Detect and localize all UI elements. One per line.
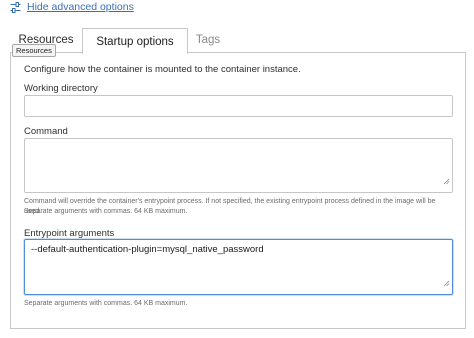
sliders-icon bbox=[10, 1, 21, 13]
startup-options-panel: Configure how the container is mounted t… bbox=[10, 52, 466, 329]
tab-tags[interactable]: Tags bbox=[186, 28, 230, 52]
entrypoint-help: Separate arguments with commas. 64 KB ma… bbox=[24, 300, 188, 307]
entrypoint-textarea[interactable]: --default-authentication-plugin=mysql_na… bbox=[24, 239, 453, 295]
hide-advanced-options-link[interactable]: Hide advanced options bbox=[27, 1, 134, 13]
entrypoint-value: --default-authentication-plugin=mysql_na… bbox=[31, 244, 264, 255]
command-help-line2: Separate arguments with commas. 64 KB ma… bbox=[24, 208, 188, 215]
working-directory-input[interactable] bbox=[24, 95, 453, 117]
panel-intro: Configure how the container is mounted t… bbox=[24, 64, 301, 75]
command-label: Command bbox=[24, 126, 68, 137]
entrypoint-label: Entrypoint arguments bbox=[24, 228, 115, 239]
tooltip: Resources bbox=[12, 44, 56, 57]
resize-grip-icon[interactable] bbox=[443, 172, 450, 190]
working-directory-label: Working directory bbox=[24, 83, 98, 94]
tab-bar: Resources Startup options Tags bbox=[10, 28, 465, 54]
resize-grip-icon[interactable] bbox=[443, 274, 450, 292]
tab-startup-options[interactable]: Startup options bbox=[82, 28, 188, 54]
command-textarea[interactable] bbox=[24, 138, 453, 193]
advanced-options-toggle[interactable]: Hide advanced options bbox=[10, 0, 134, 14]
